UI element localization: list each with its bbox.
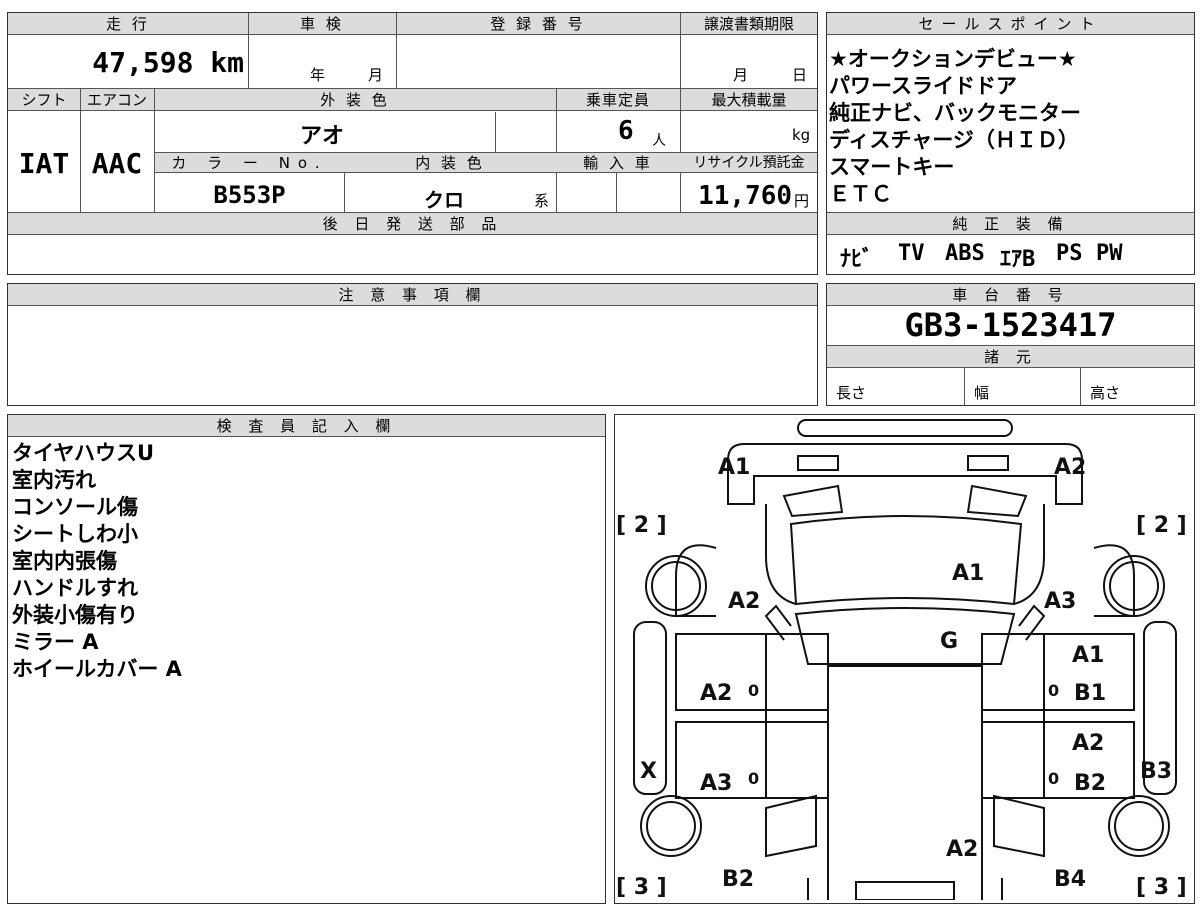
specs-label: 諸 元	[984, 348, 1037, 366]
mark-right-rear: B4	[1054, 867, 1086, 892]
transfer-month: 月	[733, 66, 749, 84]
hood-shape	[789, 515, 1023, 606]
mark-roof-rear: A2	[946, 837, 978, 862]
equipment-label: 純 正 装 備	[952, 215, 1069, 233]
sales-point-item: ＥＴＣ	[829, 182, 892, 206]
sales-points-label: セールスポイント	[918, 15, 1103, 33]
mark-front-left: A1	[718, 455, 750, 480]
interior-color-value: クロ	[424, 188, 464, 212]
recycle-unit: 円	[794, 192, 810, 210]
inspector-note: ミラー A	[12, 630, 99, 654]
mark-right-side: B3	[1140, 759, 1172, 784]
tire-rr-rating: [ 3 ]	[1136, 875, 1187, 900]
front-bumper-shape	[797, 419, 1013, 437]
recycle-fee-value: 11,760	[698, 181, 792, 211]
mileage-label: 走 行	[106, 15, 150, 33]
mark-hood: A1	[952, 561, 984, 586]
equipment-item: TV	[898, 241, 925, 266]
spec-length-label: 長さ	[836, 384, 867, 402]
mileage-value: 47,598 km	[92, 46, 244, 79]
spec-width-label: 幅	[974, 384, 990, 402]
interior-suffix: 系	[534, 192, 550, 210]
color-no-label: カ ラ ー No.	[171, 154, 328, 172]
inspector-note: タイヤハウスU	[12, 441, 155, 465]
mark-zero: 0	[748, 681, 759, 700]
color-no-value: B553P	[213, 181, 286, 209]
capacity-unit: 人	[652, 133, 666, 149]
inspector-note: ホイールカバー A	[12, 657, 182, 681]
mark-zero: 0	[748, 769, 759, 788]
tire-fl-rating: [ 2 ]	[616, 513, 667, 538]
inspector-label: 検 査 員 記 入 欄	[216, 417, 397, 435]
ac-value: AAC	[91, 147, 143, 180]
inspection-label: 車 検	[300, 15, 344, 33]
mark-right-rear-door-top: A2	[1072, 731, 1104, 756]
sales-point-item: スマートキー	[829, 155, 955, 179]
inspector-note: 外装小傷有り	[12, 603, 138, 627]
max-load-label: 最大積載量	[711, 91, 787, 109]
tire-rl-rating: [ 3 ]	[616, 875, 667, 900]
exterior-color-value: アオ	[300, 124, 345, 149]
mark-right-fender: A3	[1044, 589, 1076, 614]
mark-left-front-door: A2	[700, 681, 732, 706]
sales-point-item: ディスチャージ（ＨＩＤ）	[829, 128, 1079, 152]
chassis-label: 車 台 番 号	[952, 286, 1069, 304]
spec-height-label: 高さ	[1090, 384, 1121, 402]
car-damage-diagram: A1 A2 A1 A2 A3 G A1 A2 0 0 B1 A2 X A3 0 …	[616, 419, 1187, 900]
inspector-note: 室内汚れ	[12, 468, 96, 492]
mark-right-front-door-top: A1	[1072, 643, 1104, 668]
inspector-note: コンソール傷	[12, 495, 138, 519]
equipment-item: PW	[1096, 241, 1123, 266]
sales-point-item: 純正ナビ、バックモニター	[829, 101, 1081, 125]
inspection-year: 年	[310, 66, 326, 84]
front-body-shape	[727, 443, 1083, 505]
mark-left-side: X	[640, 759, 657, 784]
registration-label: 登 録 番 号	[490, 15, 586, 33]
recycle-label: リサイクル預託金	[693, 155, 805, 171]
roof-shape	[827, 665, 983, 900]
capacity-value: 6	[618, 116, 634, 146]
caution-label: 注 意 事 項 欄	[338, 286, 487, 304]
equipment-item: ABS	[945, 241, 985, 266]
mark-windshield: G	[940, 629, 958, 654]
transfer-deadline-label: 譲渡書類期限	[703, 15, 794, 33]
equipment-item: PS	[1056, 241, 1083, 266]
inspection-month: 月	[368, 66, 384, 84]
mark-right-front-door: B1	[1074, 681, 1106, 706]
mark-left-fender: A2	[728, 589, 760, 614]
shift-label: シフト	[21, 91, 67, 109]
mark-front-right: A2	[1054, 455, 1086, 480]
mark-left-rear: B2	[722, 867, 754, 892]
mark-left-rear-door: A3	[700, 771, 732, 796]
ac-label: エアコン	[86, 91, 147, 109]
inspector-note: シートしわ小	[12, 522, 138, 546]
mark-zero: 0	[1048, 681, 1059, 700]
import-label: 輸 入 車	[583, 154, 653, 172]
interior-color-label: 内 装 色	[415, 154, 485, 172]
mark-zero: 0	[1048, 769, 1059, 788]
transfer-day: 日	[792, 66, 808, 84]
max-load-unit: kg	[792, 126, 811, 144]
shift-value: IAT	[18, 147, 70, 180]
later-parts-label: 後 日 発 送 部 品	[322, 215, 503, 233]
equipment-item: ｴｱB	[1000, 247, 1036, 272]
chassis-number: GB3-1523417	[904, 306, 1117, 344]
sales-point-item: ★オークションデビュー★	[829, 47, 1077, 71]
inspector-note: ハンドルすれ	[12, 576, 138, 600]
capacity-label: 乗車定員	[585, 91, 650, 109]
inspector-note: 室内内張傷	[12, 549, 117, 573]
exterior-color-label: 外 装 色	[320, 91, 390, 109]
sales-point-item: パワースライドドア	[829, 74, 1017, 98]
equipment-item: ﾅﾋﾞ	[840, 247, 874, 272]
mark-right-rear-door: B2	[1074, 771, 1106, 796]
tire-fr-rating: [ 2 ]	[1136, 513, 1187, 538]
